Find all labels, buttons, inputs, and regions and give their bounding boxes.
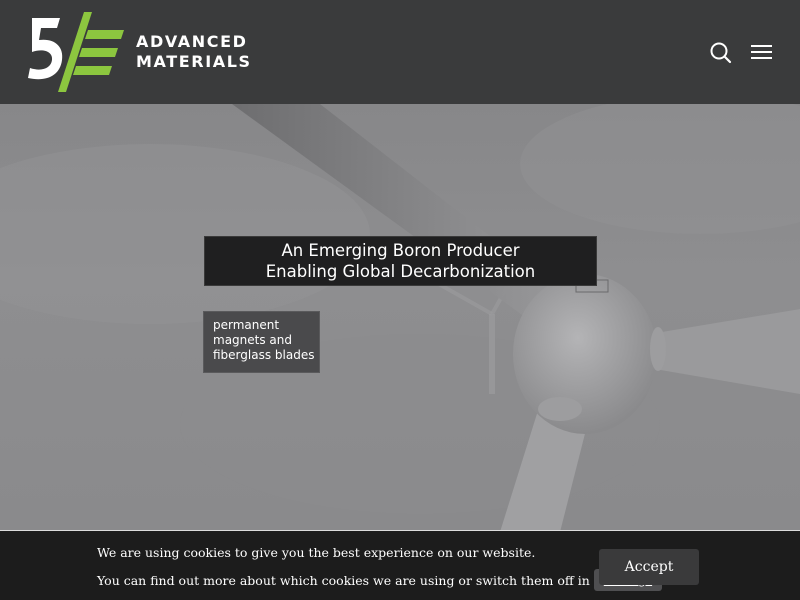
hero-headline-line2: Enabling Global Decarbonization [265,262,536,281]
company-logo[interactable]: ADVANCED MATERIALS [26,10,250,94]
cookie-accept-button[interactable]: Accept [599,549,699,585]
hero-section: An Emerging Boron Producer Enabling Glob… [0,104,800,532]
logo-wordmark: ADVANCED MATERIALS [136,32,252,72]
hero-headline-line1: An Emerging Boron Producer [281,241,520,260]
logo-mark-icon [28,12,124,92]
hero-subtag-line2: magnets and [213,333,292,347]
logo-line-advanced: ADVANCED [136,32,248,51]
hero-subtag-line1: permanent [213,318,280,332]
hamburger-menu-icon [751,45,772,59]
site-header: ADVANCED MATERIALS [0,0,800,104]
hero-headline: An Emerging Boron Producer Enabling Glob… [204,236,597,286]
hero-subtag-line3: fiberglass blades [213,348,315,362]
search-icon [710,42,732,64]
search-button[interactable] [708,40,734,66]
menu-button[interactable] [748,40,774,66]
cookie-consent-bar: We are using cookies to give you the bes… [0,530,800,600]
cookie-message-line2: You can find out more about which cookie… [97,569,668,591]
cookie-message-line1: We are using cookies to give you the bes… [97,545,536,560]
logo-line-materials: MATERIALS [136,52,252,71]
hero-subtag: permanent magnets and fiberglass blades [203,311,320,373]
cookie-message-text: You can find out more about which cookie… [97,572,590,588]
wind-turbine-background-image [0,104,800,532]
